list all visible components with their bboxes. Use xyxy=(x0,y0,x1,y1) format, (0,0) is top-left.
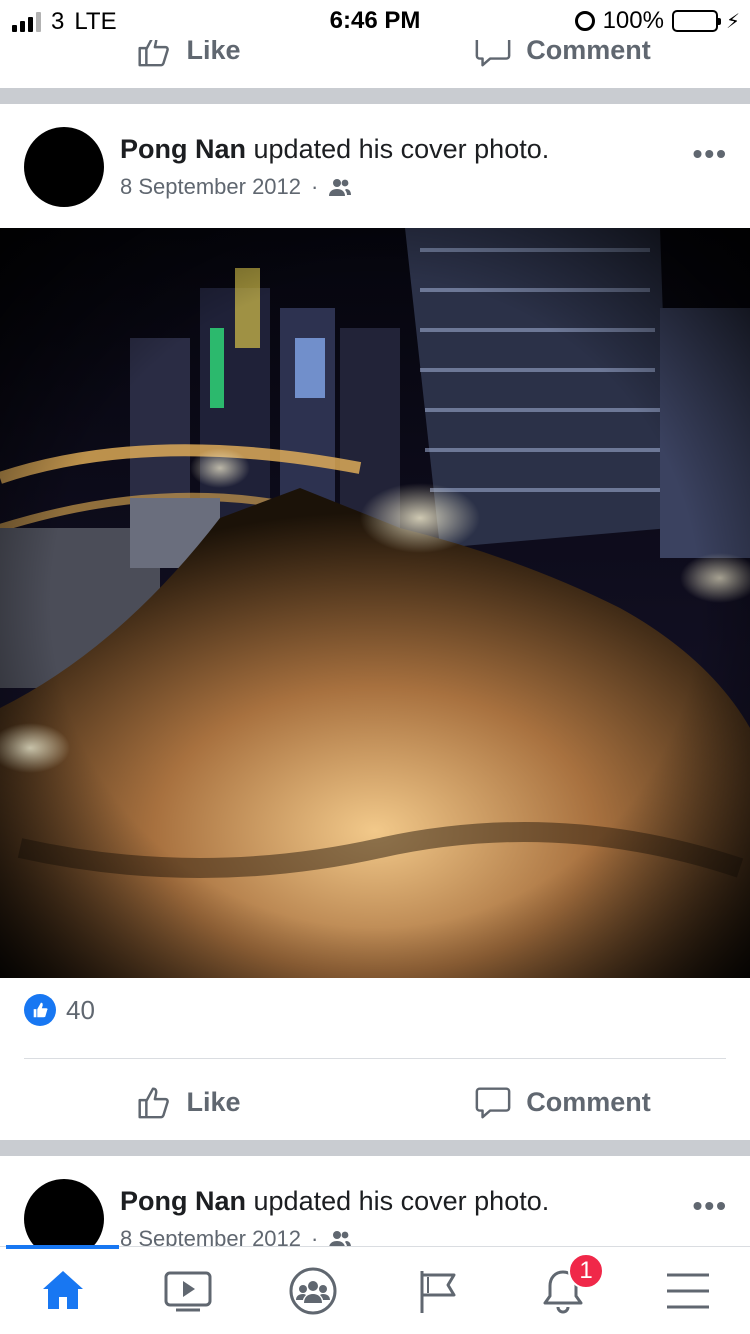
post-photo[interactable] xyxy=(0,228,750,978)
post-meta: 8 September 2012 · xyxy=(120,174,352,200)
post-header: Pong Nan updated his cover photo. 8 Sept… xyxy=(0,104,750,228)
post-title: Pong Nan updated his cover photo. xyxy=(120,134,549,165)
post-meta: 8 September 2012 · xyxy=(120,1226,352,1246)
tab-groups[interactable] xyxy=(250,1247,375,1334)
tab-menu[interactable] xyxy=(625,1247,750,1334)
feed-separator xyxy=(0,1140,750,1156)
tab-home[interactable] xyxy=(0,1245,125,1334)
alarm-icon xyxy=(574,11,595,31)
post-title: Pong Nan updated his cover photo. xyxy=(120,1186,549,1217)
tab-pages[interactable] xyxy=(375,1247,500,1334)
friends-icon xyxy=(329,179,352,196)
thumbs-up-icon xyxy=(138,1087,170,1119)
groups-icon xyxy=(289,1267,336,1315)
watch-icon xyxy=(164,1271,211,1312)
like-count: 40 xyxy=(66,994,95,1025)
more-options-icon[interactable]: ••• xyxy=(693,1190,728,1222)
charging-icon: ⚡ xyxy=(725,10,740,33)
post-header: Pong Nan updated his cover photo. 8 Sept… xyxy=(0,1156,750,1246)
avatar[interactable] xyxy=(24,1179,104,1246)
reactions-summary[interactable]: 40 xyxy=(24,994,95,1026)
post-actions: Like Comment xyxy=(0,1062,750,1142)
home-icon xyxy=(42,1271,83,1309)
post-date[interactable]: 8 September 2012 xyxy=(120,1226,301,1246)
pages-flag-icon xyxy=(420,1271,455,1313)
more-options-icon[interactable]: ••• xyxy=(693,138,728,170)
divider xyxy=(24,1058,726,1059)
bottom-tab-bar: 1 xyxy=(0,1245,750,1334)
author-name[interactable]: Pong Nan xyxy=(120,1186,246,1216)
friends-icon xyxy=(329,1231,352,1246)
notification-badge: 1 xyxy=(568,1253,604,1289)
tab-notifications[interactable]: 1 xyxy=(500,1247,625,1334)
menu-icon xyxy=(666,1273,709,1309)
like-button[interactable]: Like xyxy=(0,1062,375,1142)
avatar[interactable] xyxy=(24,127,104,207)
battery-percent: 100% xyxy=(602,7,664,34)
post-action-text: updated his cover photo. xyxy=(253,134,550,164)
feed-separator xyxy=(0,88,750,104)
comment-icon xyxy=(475,1087,511,1119)
like-reaction-icon xyxy=(24,994,56,1026)
author-name[interactable]: Pong Nan xyxy=(120,134,246,164)
comment-button[interactable]: Comment xyxy=(375,1062,750,1142)
post-date[interactable]: 8 September 2012 xyxy=(120,174,301,200)
status-bar: 3 LTE 6:46 PM 100% ⚡ xyxy=(0,0,750,40)
crowd-night-photo xyxy=(0,228,750,978)
post-action-text: updated his cover photo. xyxy=(253,1186,550,1216)
comment-label: Comment xyxy=(526,1086,651,1117)
tab-watch[interactable] xyxy=(125,1247,250,1334)
battery-icon xyxy=(671,10,721,32)
like-label: Like xyxy=(186,1086,241,1117)
